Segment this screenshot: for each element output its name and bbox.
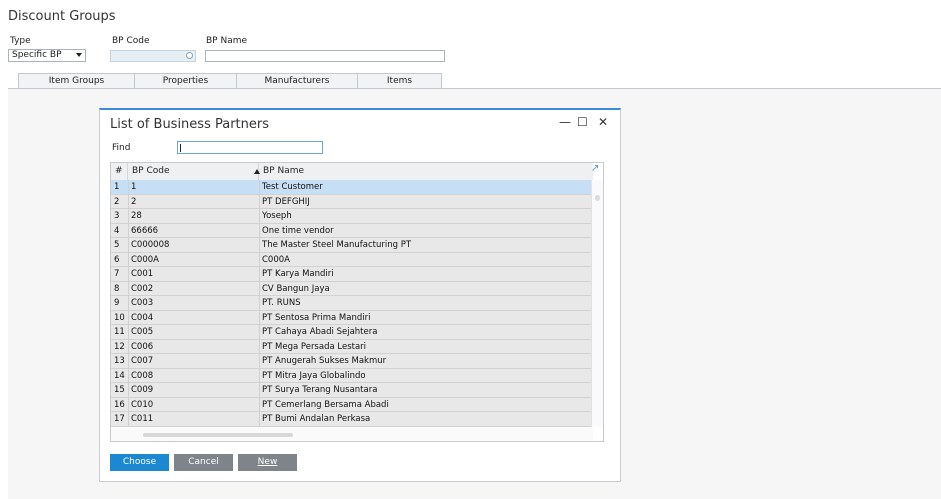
expand-icon[interactable]: ↗ (591, 164, 601, 174)
table-row[interactable]: 12 C006 PT Mega Persada Lestari (111, 339, 593, 354)
cancel-button[interactable]: Cancel (174, 454, 233, 471)
column-divider (128, 180, 129, 427)
find-input[interactable] (177, 141, 323, 154)
table-row[interactable]: 6 C000A C000A (111, 252, 593, 267)
grid-rows: 1 1 Test Customer 2 2 PT DEFGHIJ 3 28 Yoseph 4… (111, 180, 593, 427)
find-label: Find (112, 143, 131, 153)
bp-code-input[interactable] (110, 50, 196, 62)
table-row[interactable]: 13 C007 PT Anugerah Sukses Makmur (111, 354, 593, 369)
table-row[interactable]: 5 C000008 The Master Steel Manufacturing P… (111, 238, 593, 253)
scrollbar-thumb[interactable] (595, 195, 600, 201)
horizontal-scrollbar[interactable] (111, 428, 593, 441)
close-icon[interactable]: ✕ (598, 115, 608, 129)
table-row[interactable]: 11 C005 PT Cahaya Abadi Sejahtera (111, 325, 593, 340)
new-button[interactable]: New (238, 454, 297, 471)
dialog-title: List of Business Partners (110, 117, 269, 132)
type-label: Type (10, 36, 31, 46)
type-select[interactable]: Specific BP (8, 49, 86, 62)
table-row[interactable]: 4 66666 One time vendor (111, 223, 593, 238)
chevron-down-icon[interactable] (76, 53, 82, 57)
column-header-num[interactable]: # (111, 163, 128, 180)
tab-properties[interactable]: Properties (134, 73, 237, 89)
bp-code-label: BP Code (112, 36, 150, 46)
tab-items[interactable]: Items (357, 73, 442, 89)
choose-button[interactable]: Choose (110, 454, 169, 471)
business-partners-dialog: List of Business Partners — ☐ ✕ Find # B… (99, 108, 621, 482)
tab-item-groups[interactable]: Item Groups (18, 73, 135, 89)
tab-bar: Item Groups Properties Manufacturers Ite… (18, 73, 442, 89)
bp-name-input[interactable] (205, 50, 445, 62)
choose-from-list-icon[interactable] (186, 52, 193, 59)
table-row[interactable]: 15 C009 PT Surya Terang Nusantara (111, 383, 593, 398)
table-row[interactable]: 7 C001 PT Karya Mandiri (111, 267, 593, 282)
window-title: Discount Groups (8, 9, 116, 24)
column-header-bp-name[interactable]: BP Name (259, 163, 593, 180)
bp-name-label: BP Name (206, 36, 248, 46)
table-row[interactable]: 8 C002 CV Bangun Jaya (111, 281, 593, 296)
bp-grid: # BP Code BP Name ↗ 1 1 Test Customer 2 2 PT… (110, 162, 604, 442)
table-row[interactable]: 10 C004 PT Sentosa Prima Mandiri (111, 310, 593, 325)
table-row[interactable]: 9 C003 PT. RUNS (111, 296, 593, 311)
table-row[interactable]: 16 C010 PT Cemerlang Bersama Abadi (111, 397, 593, 412)
tab-manufacturers[interactable]: Manufacturers (236, 73, 358, 89)
scrollbar-thumb[interactable] (143, 433, 293, 437)
maximize-icon[interactable]: ☐ (577, 115, 588, 129)
text-caret (180, 144, 181, 152)
column-divider (259, 180, 260, 427)
type-select-value: Specific BP (12, 50, 62, 60)
table-row[interactable]: 3 28 Yoseph (111, 209, 593, 224)
column-header-bp-code[interactable]: BP Code (128, 163, 259, 180)
table-row[interactable]: 1 1 Test Customer (111, 180, 593, 195)
vertical-scrollbar[interactable] (591, 180, 603, 427)
grid-header: # BP Code BP Name (111, 163, 593, 181)
table-row[interactable]: 17 C011 PT Bumi Andalan Perkasa (111, 412, 593, 427)
table-row[interactable]: 2 2 PT DEFGHIJ (111, 194, 593, 209)
table-row[interactable]: 14 C008 PT Mitra Jaya Globalindo (111, 368, 593, 383)
minimize-icon[interactable]: — (559, 115, 571, 129)
